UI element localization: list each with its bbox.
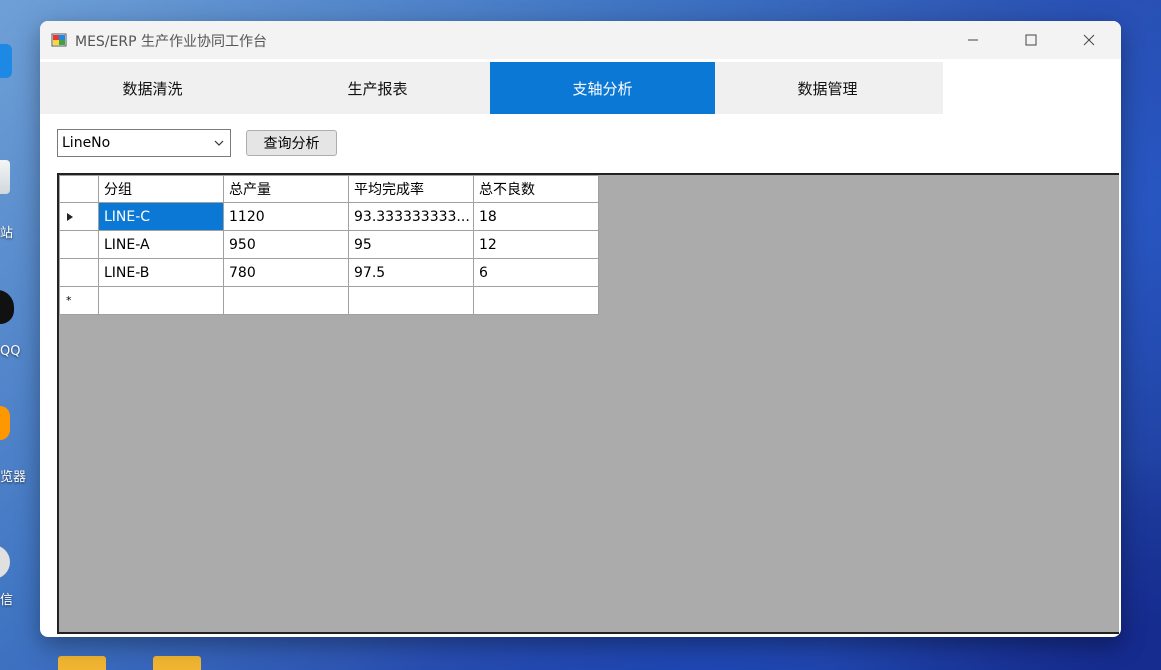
desktop-icon-label: 站 [0,226,14,241]
row-header-cell[interactable] [59,230,99,259]
desktop-icon-label: 信 [0,593,14,608]
tab-data-management[interactable]: 数据管理 [715,62,940,114]
close-button[interactable] [1060,21,1118,59]
chevron-down-icon [214,140,224,146]
current-row-arrow-icon [67,212,73,221]
maximize-icon [1025,34,1037,46]
table-cell[interactable] [348,286,474,315]
group-by-value: LineNo [62,135,111,151]
corner-header-cell[interactable] [59,175,99,203]
row-header-cell[interactable] [59,258,99,287]
tab-strip: 数据清洗 生产报表 支轴分析 数据管理 [40,62,943,114]
column-header-total-defects[interactable]: 总不良数 [473,175,599,203]
table-cell[interactable]: 6 [473,258,599,287]
maximize-button[interactable] [1002,21,1060,59]
tab-data-cleaning[interactable]: 数据清洗 [40,62,265,114]
results-table: 分组 总产量 平均完成率 总不良数 LINE-C 1120 93.3333333… [59,175,599,315]
app-window: MES/ERP 生产作业协同工作台 数据清洗 生产报表 支轴分析 数据管理 Li… [40,21,1121,637]
table-row[interactable]: LINE-B 780 97.5 6 [59,258,599,287]
table-cell[interactable] [473,286,599,315]
close-icon [1083,34,1095,46]
folder-icon[interactable] [58,656,106,670]
column-header-avg-completion[interactable]: 平均完成率 [348,175,474,203]
tab-production-report[interactable]: 生产报表 [265,62,490,114]
new-row-header-cell[interactable]: * [59,286,99,315]
folder-icon[interactable] [153,656,201,670]
new-row-marker: * [66,294,72,307]
app-window-icon [51,33,67,47]
browser-icon [0,406,10,440]
table-cell[interactable]: 18 [473,202,599,231]
table-row[interactable]: LINE-C 1120 93.333333333... 18 [59,202,599,231]
header-row: 分组 总产量 平均完成率 总不良数 [59,175,599,203]
table-cell[interactable] [98,286,224,315]
minimize-button[interactable] [944,21,1002,59]
table-cell[interactable]: 93.333333333... [348,202,474,231]
new-row[interactable]: * [59,286,599,315]
column-header-total-output[interactable]: 总产量 [223,175,349,203]
title-bar[interactable]: MES/ERP 生产作业协同工作台 [40,21,1121,59]
column-header-group[interactable]: 分组 [98,175,224,203]
query-analyze-button[interactable]: 查询分析 [246,130,337,156]
data-grid[interactable]: 分组 总产量 平均完成率 总不良数 LINE-C 1120 93.3333333… [57,173,1119,633]
table-cell[interactable]: 950 [223,230,349,259]
tab-pivot-analysis[interactable]: 支轴分析 [490,62,715,114]
group-by-select[interactable]: LineNo [57,129,231,157]
table-cell[interactable]: 95 [348,230,474,259]
desktop-icon-label: 览器 [0,470,27,485]
table-cell[interactable]: 1120 [223,202,349,231]
table-row[interactable]: LINE-A 950 95 12 [59,230,599,259]
recycle-bin-icon [0,160,10,194]
table-cell[interactable]: 780 [223,258,349,287]
table-cell[interactable]: 12 [473,230,599,259]
table-cell[interactable]: LINE-C [98,202,224,231]
table-cell[interactable]: LINE-B [98,258,224,287]
row-header-cell[interactable] [59,202,99,231]
grid-bottom-border [57,632,1119,634]
table-cell[interactable]: 97.5 [348,258,474,287]
window-title: MES/ERP 生产作业协同工作台 [75,34,267,50]
table-cell[interactable] [223,286,349,315]
app-tile-icon [0,44,12,78]
minimize-icon [968,39,978,41]
table-cell[interactable]: LINE-A [98,230,224,259]
desktop-icon-label: QQ [0,344,21,359]
